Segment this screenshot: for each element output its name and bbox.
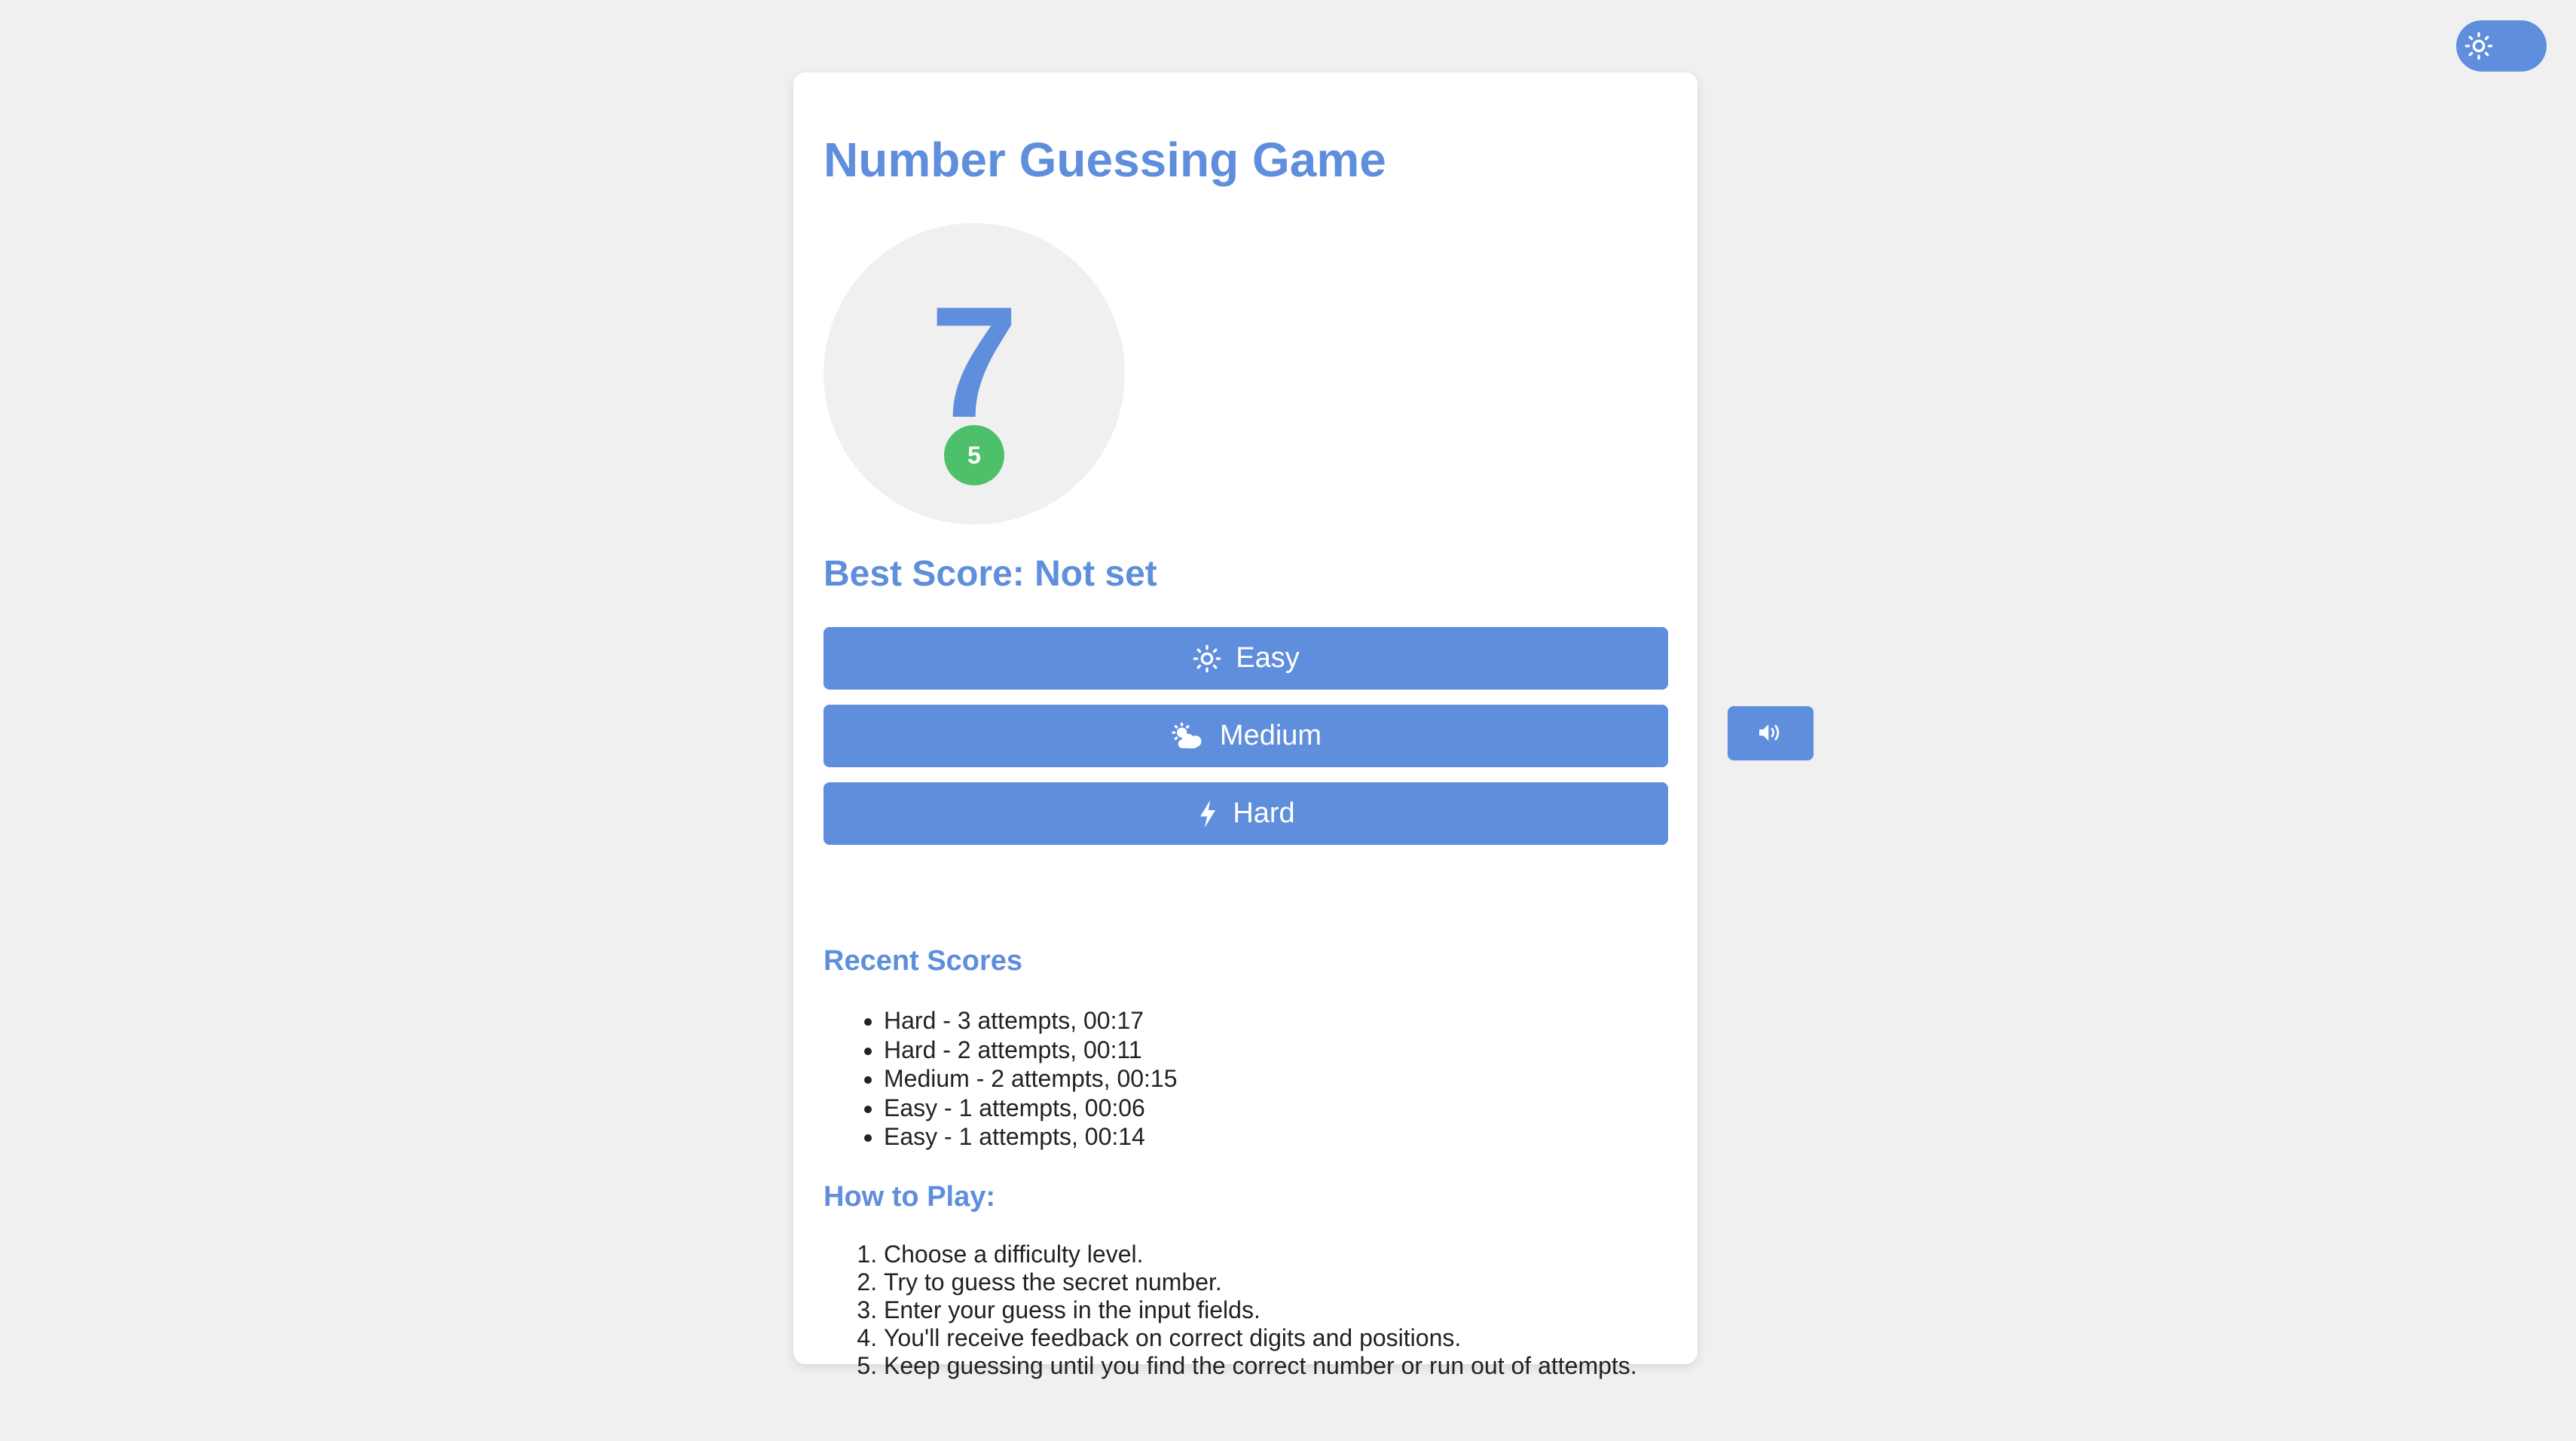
medium-label: Medium <box>1219 720 1322 751</box>
sun-icon <box>2464 31 2494 61</box>
hard-button[interactable]: Hard <box>824 782 1668 845</box>
number-display: 7 5 <box>824 223 1125 525</box>
hard-label: Hard <box>1233 797 1295 829</box>
game-card: Number Guessing Game 7 5 Best Score: Not… <box>793 72 1697 1379</box>
list-item: Try to guess the secret number. <box>884 1268 1637 1296</box>
list-item: Keep guessing until you find the correct… <box>884 1352 1637 1380</box>
recent-scores-title: Recent Scores <box>824 945 1023 977</box>
sun-icon <box>1192 644 1222 674</box>
current-number: 7 <box>930 274 1019 451</box>
how-to-play-title: How to Play: <box>824 1181 996 1213</box>
list-item: You'll receive feedback on correct digit… <box>884 1324 1637 1352</box>
recent-scores-list: Hard - 3 attempts, 00:17 Hard - 2 attemp… <box>824 1006 1178 1152</box>
list-item: Hard - 3 attempts, 00:17 <box>884 1006 1178 1036</box>
bolt-icon <box>1196 799 1219 829</box>
sound-toggle-button[interactable] <box>1728 706 1814 760</box>
list-item: Enter your guess in the input fields. <box>884 1296 1637 1324</box>
easy-label: Easy <box>1236 642 1300 674</box>
list-item: Medium - 2 attempts, 00:15 <box>884 1064 1178 1094</box>
how-to-play-list: Choose a difficulty level. Try to guess … <box>824 1241 1637 1380</box>
easy-button[interactable]: Easy <box>824 627 1668 690</box>
theme-toggle[interactable] <box>2456 20 2547 72</box>
volume-icon <box>1757 721 1784 746</box>
page-title: Number Guessing Game <box>824 133 1386 187</box>
list-item: Easy - 1 attempts, 00:06 <box>884 1094 1178 1123</box>
list-item: Easy - 1 attempts, 00:14 <box>884 1122 1178 1152</box>
medium-button[interactable]: Medium <box>824 705 1668 767</box>
list-item: Choose a difficulty level. <box>884 1241 1637 1268</box>
cloud-sun-icon <box>1170 721 1206 751</box>
list-item: Hard - 2 attempts, 00:11 <box>884 1036 1178 1065</box>
best-score: Best Score: Not set <box>824 554 1157 594</box>
attempts-badge: 5 <box>944 425 1004 485</box>
